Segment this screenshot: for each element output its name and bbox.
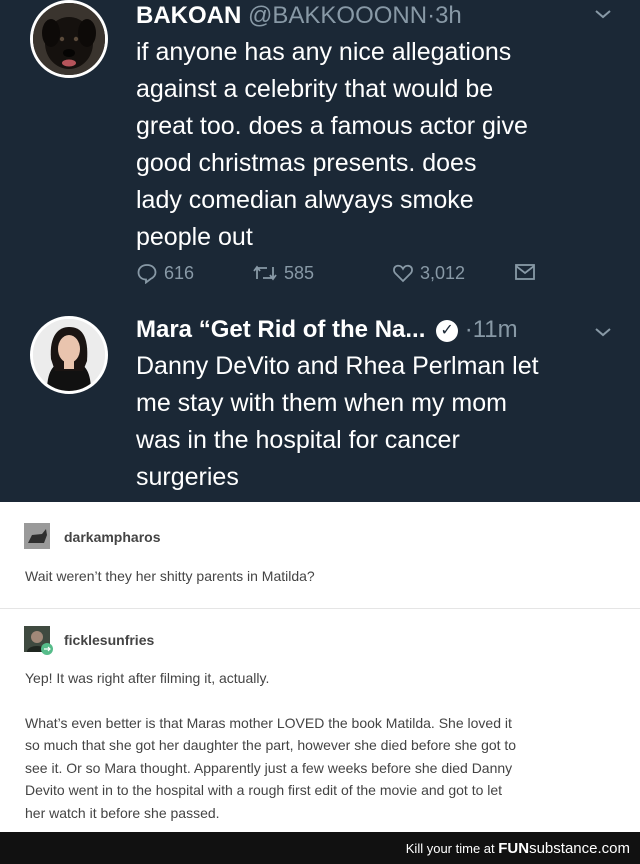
tweet-text: if anyone has any nice allegations again…: [136, 34, 626, 256]
separator-dot: ·: [427, 2, 436, 29]
like-count: 3,012: [420, 262, 466, 283]
post-text-line: What’s even better is that Maras mother …: [25, 715, 512, 731]
logo-rest: substance: [529, 840, 598, 857]
heart-icon: [393, 264, 413, 283]
retweet-button[interactable]: 585: [252, 262, 314, 284]
tweet-author-handle[interactable]: @BAKKOOONN: [248, 2, 427, 29]
tweet-text-line: was in the hospital for cancer: [136, 426, 460, 454]
tweet-timestamp[interactable]: 11m: [473, 316, 518, 343]
watermark-bar: Kill your time at FUNsubstance.com: [0, 832, 640, 864]
tweet-text-line: good christmas presents. does: [136, 149, 477, 177]
post-text: Wait weren’t they her shitty parents in …: [25, 568, 315, 584]
message-button[interactable]: [514, 262, 536, 282]
tumblr-username[interactable]: ficklesunfries: [64, 632, 154, 648]
tweet-text: Danny DeVito and Rhea Perlman let me sta…: [136, 348, 626, 496]
retweet-count: 585: [284, 262, 315, 283]
tweet-mara[interactable]: Mara “Get Rid of the Na... ✓ ·11m Danny …: [0, 300, 640, 502]
watermark-text: Kill your time at FUNsubstance.com: [406, 840, 630, 857]
chevron-down-icon[interactable]: [594, 4, 612, 25]
tweet-text-line: if anyone has any nice allegations: [136, 38, 512, 66]
tumblr-reblog-darkampharos: darkampharos Wait weren’t they her shitt…: [0, 502, 640, 598]
tweet-text-line: Danny DeVito and Rhea Perlman let: [136, 352, 539, 380]
tumblr-thread: darkampharos Wait weren’t they her shitt…: [0, 502, 640, 832]
tweet-text-line: great too. does a famous actor give: [136, 112, 528, 140]
chevron-down-icon[interactable]: [594, 322, 612, 343]
reply-button[interactable]: 616: [136, 262, 194, 284]
tweet-actions: 616 585 3,012: [136, 262, 556, 292]
post-text: Yep! It was right after filming it, actu…: [25, 670, 270, 686]
logo-bold: FUN: [498, 840, 530, 857]
tumblr-reblog-ficklesunfries: ficklesunfries Yep! It was right after f…: [0, 609, 640, 832]
tweet-author-name[interactable]: BAKOAN: [136, 2, 241, 29]
site-logo[interactable]: FUNsubstance.com: [498, 840, 630, 857]
post-text-line: her watch it before she passed.: [25, 804, 220, 821]
logo-tld: .com: [597, 840, 630, 857]
reply-icon: [137, 264, 157, 284]
like-button[interactable]: 3,012: [392, 262, 465, 284]
avatar[interactable]: [24, 626, 53, 655]
tweet-bakoan[interactable]: BAKOAN @BAKKOOONN·3h if anyone has any n…: [0, 0, 640, 300]
avatar[interactable]: [30, 0, 108, 78]
animal-avatar-icon: [24, 523, 50, 549]
tweet-author-name[interactable]: Mara “Get Rid of the Na...: [136, 316, 425, 343]
tweet-text-line: me stay with them when my mom: [136, 389, 507, 417]
dog-avatar-icon: [33, 3, 105, 75]
twitter-thread: BAKOAN @BAKKOOONN·3h if anyone has any n…: [0, 0, 640, 502]
retweet-icon: [253, 265, 277, 281]
tweet-timestamp[interactable]: 3h: [435, 2, 462, 29]
post-text-line: Devito went in to the hospital with a ro…: [25, 782, 503, 799]
tweet-text-line: surgeries: [136, 463, 239, 491]
watermark-tagline: Kill your time at: [405, 841, 495, 856]
post-text-line: so much that she got her daughter the pa…: [25, 737, 517, 754]
tumblr-username[interactable]: darkampharos: [64, 529, 160, 545]
post-paragraph: What’s even better is that Maras mother …: [25, 712, 625, 824]
avatar[interactable]: [30, 316, 108, 394]
tweet-text-line: against a celebrity that would be: [136, 75, 494, 103]
verified-badge-icon: ✓: [436, 320, 459, 342]
person-avatar-icon: [33, 319, 105, 391]
avatar[interactable]: [24, 523, 50, 549]
separator-dot: ·: [464, 316, 473, 343]
tweet-text-line: people out: [136, 223, 253, 251]
person-avatar-icon: [24, 626, 53, 655]
tweet-text-line: lady comedian alwyays smoke: [136, 186, 474, 214]
post-text-line: see it. Or so Mara thought. Apparently j…: [25, 759, 513, 776]
envelope-icon: [515, 264, 535, 280]
reply-count: 616: [164, 262, 195, 283]
